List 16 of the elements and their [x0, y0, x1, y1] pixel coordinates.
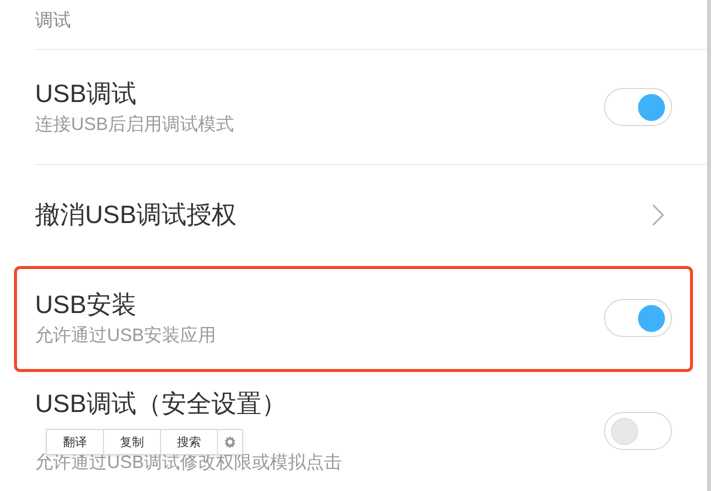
chevron-right-icon [652, 204, 664, 226]
toggle-switch[interactable] [604, 298, 672, 336]
popup-action[interactable]: 翻译 [47, 430, 104, 454]
toggle-switch[interactable] [604, 412, 672, 450]
section-header: 调试 [35, 10, 71, 30]
setting-description: 允许通过USB安装应用 [35, 324, 218, 346]
gear-icon [223, 435, 237, 449]
toggle-switch[interactable] [604, 88, 672, 126]
settings-button[interactable] [218, 430, 242, 454]
popup-action[interactable]: 复制 [104, 430, 161, 454]
popup-action[interactable]: 搜索 [161, 430, 218, 454]
setting-title: USB调试（安全设置） [35, 388, 288, 420]
setting-description: 连接USB后启用调试模式 [35, 113, 236, 136]
setting-title: USB安装 [35, 290, 138, 320]
setting-title: 撤消USB调试授权 [35, 200, 238, 231]
setting-title: USB调试 [35, 79, 138, 110]
